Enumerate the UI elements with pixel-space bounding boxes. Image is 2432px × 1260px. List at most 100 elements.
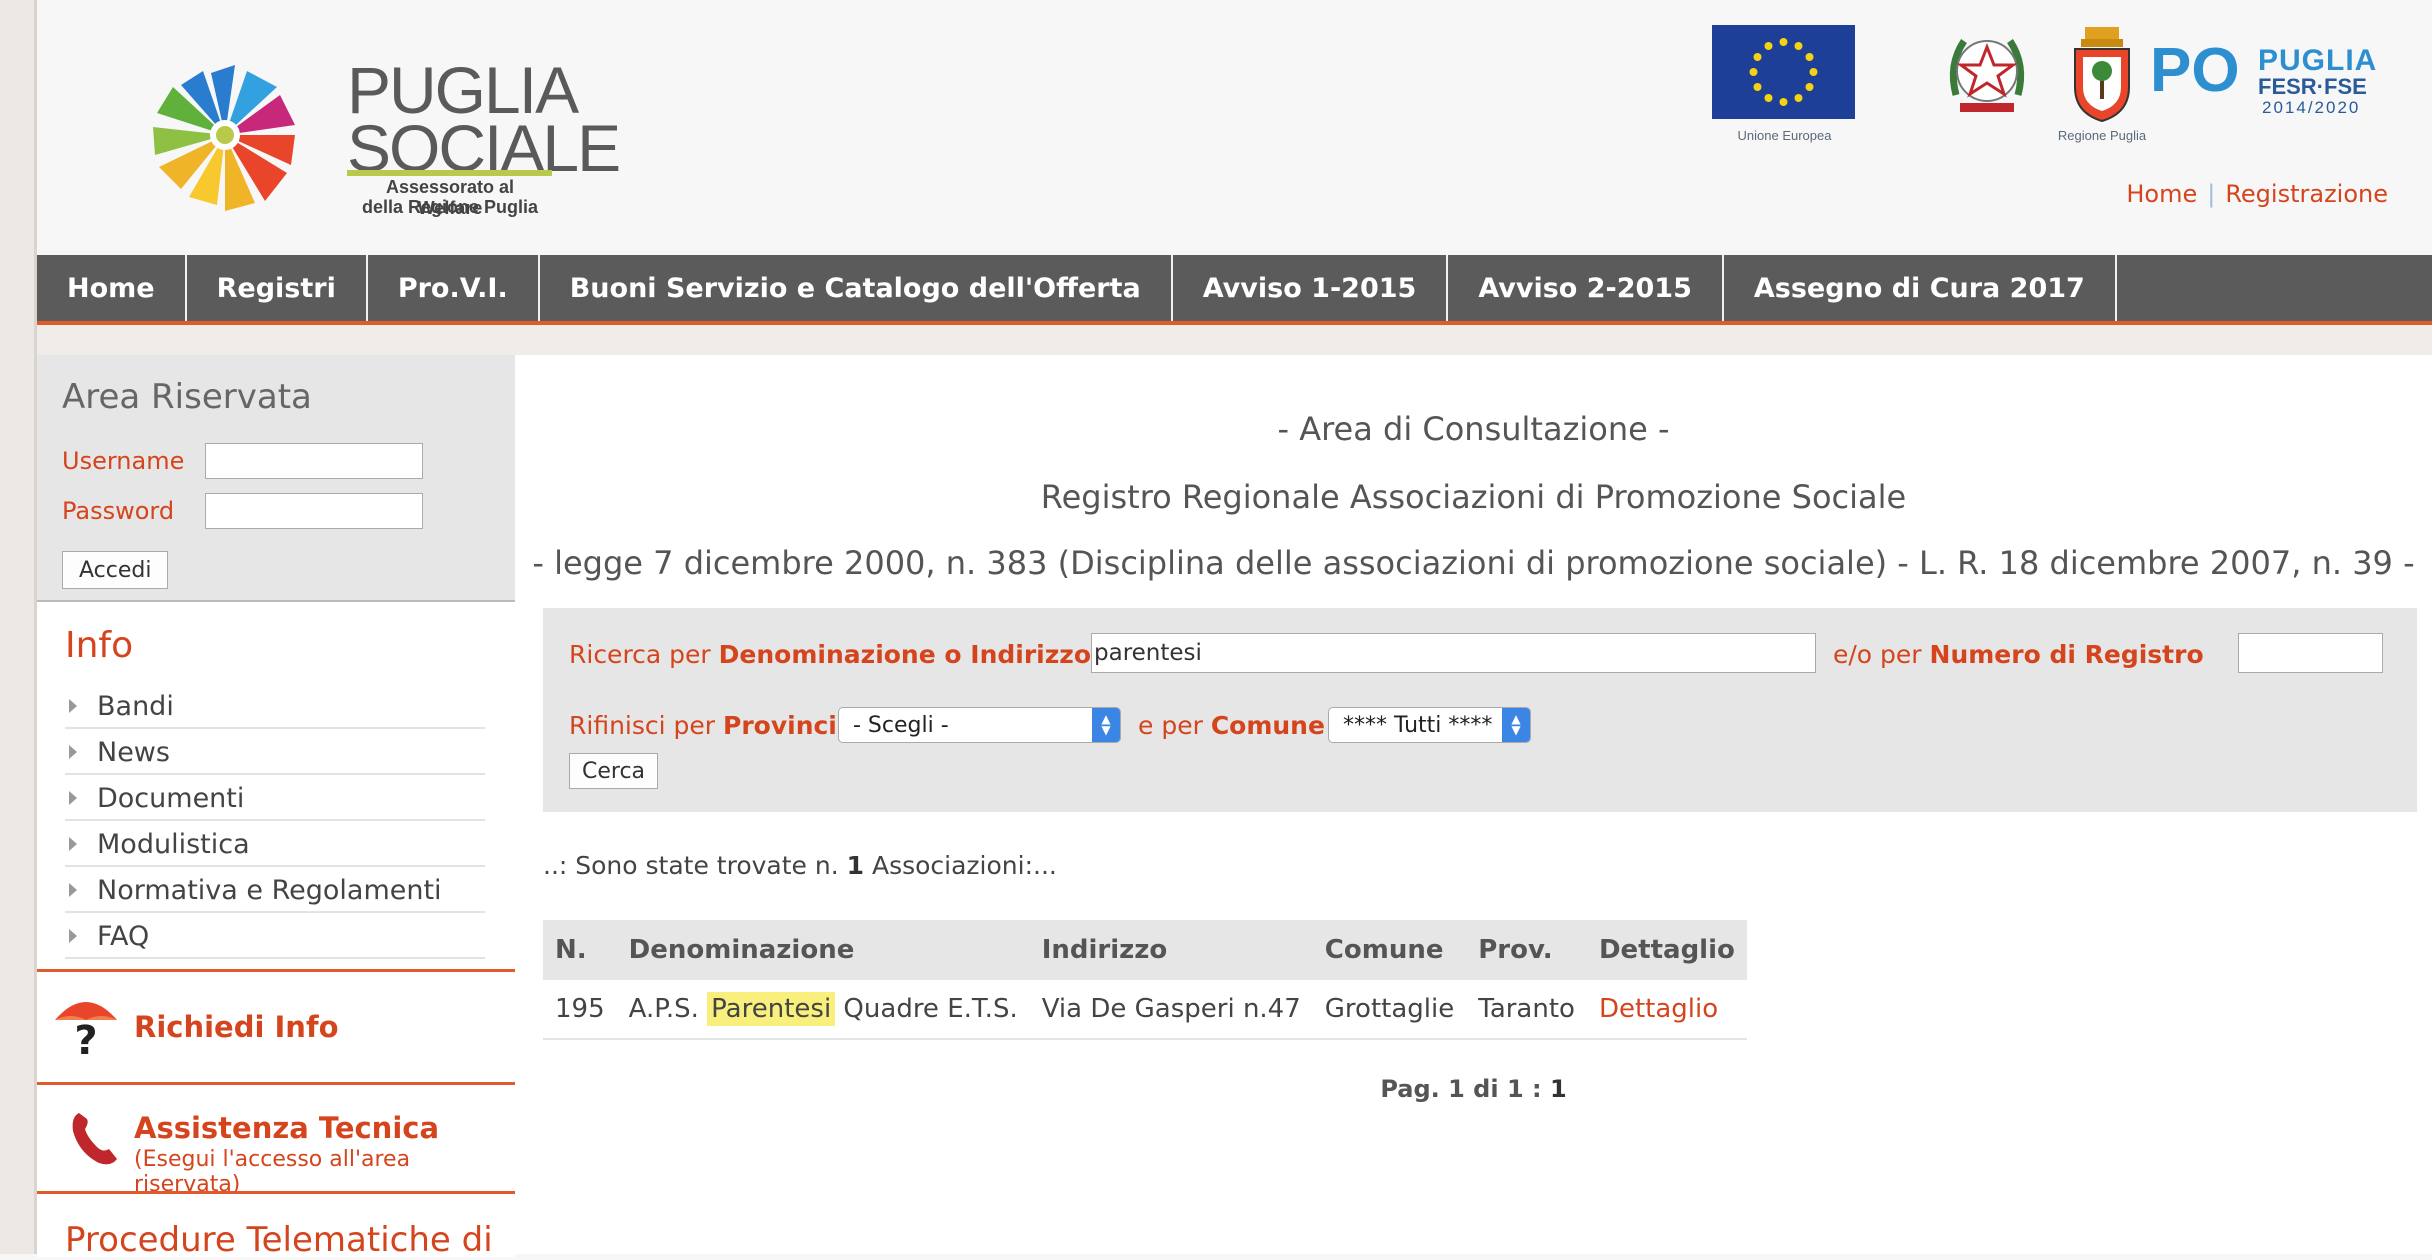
login-box: Area Riservata Username Password Accedi bbox=[37, 355, 515, 602]
regione-puglia-label: Regione Puglia bbox=[2057, 128, 2147, 143]
phone-icon bbox=[72, 1113, 117, 1165]
info-item-label: FAQ bbox=[97, 920, 150, 952]
column-header-number: N. bbox=[543, 920, 617, 980]
tech-support-box[interactable]: Assistenza Tecnica (Esegui l'accesso all… bbox=[37, 1082, 515, 1197]
sidebar: Area Riservata Username Password Accedi … bbox=[37, 355, 517, 1260]
province-label-bold: Provincia bbox=[723, 711, 854, 740]
po-puglia-fesr-fse-logo[interactable]: PO PUGLIA FESR·FSE 2014/2020 bbox=[2150, 40, 2410, 120]
info-item-label: Modulistica bbox=[97, 828, 250, 860]
detail-link[interactable]: Dettaglio bbox=[1599, 994, 1718, 1024]
procedures-box[interactable]: Procedure Telematiche di bbox=[37, 1191, 515, 1260]
triangle-right-icon bbox=[69, 699, 77, 713]
nav-bottom-strip bbox=[37, 325, 2432, 355]
search-name-label-bold: Denominazione o Indirizzo bbox=[718, 640, 1092, 669]
triangle-right-icon bbox=[69, 745, 77, 759]
regione-puglia-crest-icon[interactable] bbox=[2067, 25, 2137, 125]
info-item-normativa[interactable]: Normativa e Regolamenti bbox=[65, 869, 485, 913]
info-item-faq[interactable]: FAQ bbox=[65, 915, 485, 959]
username-input[interactable] bbox=[205, 443, 423, 479]
page-legal-reference: - legge 7 dicembre 2000, n. 383 (Discipl… bbox=[532, 544, 2415, 582]
nav-item-home[interactable]: Home bbox=[37, 255, 187, 321]
name-before: A.P.S. bbox=[628, 994, 708, 1024]
table-row: 195 A.P.S. Parentesi Quadre E.T.S. Via D… bbox=[543, 980, 1747, 1040]
cell-detail: Dettaglio bbox=[1586, 980, 1747, 1040]
registry-label-prefix: e/o per bbox=[1833, 640, 1930, 669]
column-header-address: Indirizzo bbox=[1029, 920, 1313, 980]
result-count-suffix: Associazioni:... bbox=[864, 851, 1057, 880]
page-title: - Area di Consultazione - bbox=[1277, 410, 1670, 448]
nav-item-provi[interactable]: Pro.V.I. bbox=[368, 255, 540, 321]
nav-item-registri[interactable]: Registri bbox=[187, 255, 368, 321]
info-item-label: Bandi bbox=[97, 690, 174, 722]
select-arrows-icon: ▲ ▼ bbox=[1502, 708, 1530, 742]
triangle-right-icon bbox=[69, 883, 77, 897]
cell-comune: Grottaglie bbox=[1312, 980, 1467, 1040]
logo-subtitle-2: della Regione Puglia bbox=[361, 197, 539, 217]
results-table: N. Denominazione Indirizzo Comune Prov. … bbox=[543, 920, 1747, 1040]
main-content: - Area di Consultazione - Registro Regio… bbox=[515, 355, 2432, 1254]
comune-label-bold: Comune bbox=[1210, 711, 1325, 740]
po-years: 2014/2020 bbox=[2262, 98, 2361, 117]
pagination-current-page[interactable]: 1 bbox=[1550, 1075, 1567, 1103]
search-panel: Ricerca per Denominazione o Indirizzo e/… bbox=[543, 608, 2417, 812]
login-title: Area Riservata bbox=[62, 377, 312, 417]
search-button[interactable]: Cerca bbox=[569, 753, 659, 789]
result-count: ..: Sono state trovate n. 1 Associazioni… bbox=[543, 851, 1057, 880]
search-name-input[interactable] bbox=[1091, 633, 1816, 673]
info-item-label: Normativa e Regolamenti bbox=[97, 874, 442, 906]
triangle-right-icon bbox=[69, 791, 77, 805]
nav-item-avviso-1-2015[interactable]: Avviso 1-2015 bbox=[1173, 255, 1449, 321]
triangle-right-icon bbox=[69, 837, 77, 851]
registry-number-input[interactable] bbox=[2238, 633, 2383, 673]
search-name-label-prefix: Ricerca per bbox=[569, 640, 719, 669]
procedures-label: Procedure Telematiche di bbox=[65, 1220, 493, 1260]
result-count-number: 1 bbox=[846, 851, 865, 880]
info-item-documenti[interactable]: Documenti bbox=[65, 777, 485, 821]
window-left-edge bbox=[0, 0, 37, 1254]
eu-label: Unione Europea bbox=[1737, 128, 1832, 143]
home-link[interactable]: Home bbox=[2126, 180, 2197, 208]
info-item-label: Documenti bbox=[97, 782, 245, 814]
page: PUGLIA SOCIALE Assessorato al Welfare de… bbox=[37, 0, 2432, 1260]
po-fund: FESR·FSE bbox=[2258, 74, 2367, 99]
column-header-comune: Comune bbox=[1312, 920, 1467, 980]
site-header: PUGLIA SOCIALE Assessorato al Welfare de… bbox=[37, 0, 2432, 255]
po-title: PUGLIA bbox=[2258, 44, 2378, 77]
column-header-detail: Dettaglio bbox=[1586, 920, 1747, 980]
nav-item-buoni-servizio[interactable]: Buoni Servizio e Catalogo dell'Offerta bbox=[540, 255, 1173, 321]
cell-name: A.P.S. Parentesi Quadre E.T.S. bbox=[616, 980, 1030, 1040]
tech-support-label: Assistenza Tecnica bbox=[134, 1111, 440, 1145]
province-label-prefix: Rifinisci per bbox=[569, 711, 723, 740]
comune-label: e per Comune bbox=[1138, 711, 1325, 740]
nav-item-avviso-2-2015[interactable]: Avviso 2-2015 bbox=[1448, 255, 1724, 321]
comune-selected-value: **** Tutti **** bbox=[1343, 712, 1493, 738]
eu-flag-icon[interactable] bbox=[1712, 25, 1855, 119]
puglia-sociale-logo[interactable]: PUGLIA SOCIALE Assessorato al Welfare de… bbox=[97, 35, 621, 225]
password-label: Password bbox=[62, 497, 175, 525]
nav-item-assegno-di-cura[interactable]: Assegno di Cura 2017 bbox=[1724, 255, 2117, 321]
main-nav: Home Registri Pro.V.I. Buoni Servizio e … bbox=[37, 255, 2432, 325]
info-title: Info bbox=[65, 625, 134, 666]
info-item-bandi[interactable]: Bandi bbox=[65, 685, 485, 729]
comune-label-prefix: e per bbox=[1138, 711, 1211, 740]
select-arrows-icon: ▲ ▼ bbox=[1092, 708, 1120, 742]
tech-support-note: (Esegui l'accesso all'area riservata) bbox=[134, 1147, 411, 1197]
question-parachute-icon: ? bbox=[55, 1002, 117, 1060]
province-selected-value: - Scegli - bbox=[853, 712, 949, 738]
cell-prov: Taranto bbox=[1466, 980, 1587, 1040]
name-highlight: Parentesi bbox=[707, 992, 836, 1026]
italian-republic-emblem-icon[interactable] bbox=[1942, 25, 2032, 125]
info-item-news[interactable]: News bbox=[65, 731, 485, 775]
password-input[interactable] bbox=[205, 493, 423, 529]
registry-label-bold: Numero di Registro bbox=[1929, 640, 2204, 669]
request-info-box[interactable]: ? Richiedi Info bbox=[37, 969, 515, 1082]
info-item-modulistica[interactable]: Modulistica bbox=[65, 823, 485, 867]
comune-select[interactable]: **** Tutti **** ▲ ▼ bbox=[1328, 707, 1531, 743]
cell-address: Via De Gasperi n.47 bbox=[1029, 980, 1313, 1040]
registration-link[interactable]: Registrazione bbox=[2225, 180, 2388, 208]
page-subtitle: Registro Regionale Associazioni di Promo… bbox=[1040, 478, 1907, 516]
pinwheel-icon bbox=[153, 65, 295, 211]
name-after: Quadre E.T.S. bbox=[835, 994, 1018, 1024]
login-button[interactable]: Accedi bbox=[62, 551, 169, 589]
province-select[interactable]: - Scegli - ▲ ▼ bbox=[838, 707, 1121, 743]
